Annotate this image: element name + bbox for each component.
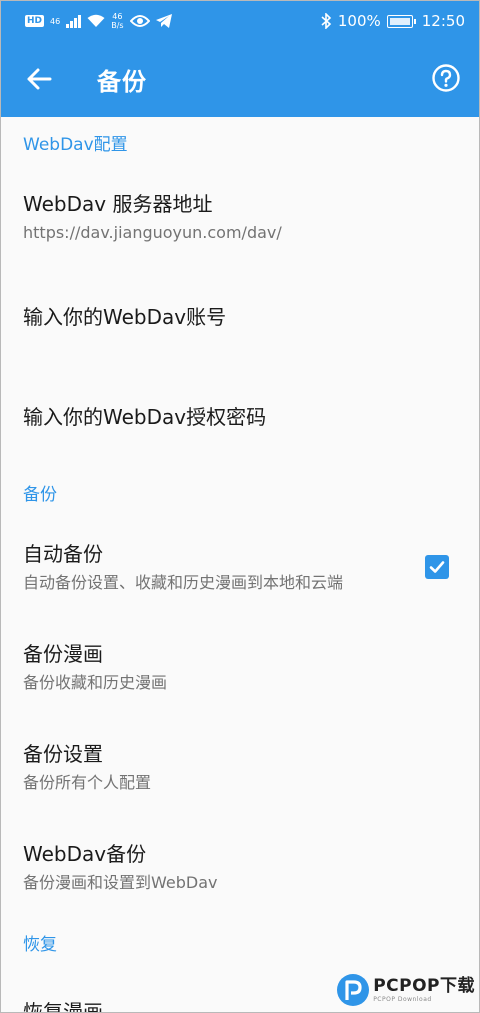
watermark-main: PCPOP下载 <box>373 975 475 996</box>
app-bar: 备份 <box>1 41 479 117</box>
network-type: 46 <box>50 16 61 26</box>
network-speed: 46 B/s <box>111 12 123 30</box>
pref-title: 输入你的WebDav账号 <box>23 305 227 329</box>
pref-title: 输入你的WebDav授权密码 <box>23 405 267 429</box>
clock: 12:50 <box>421 12 465 30</box>
section-header-backup: 备份 <box>23 484 57 505</box>
pref-title: WebDav备份 <box>23 841 147 866</box>
network-speed-value: 46 <box>112 12 123 21</box>
pref-summary: 自动备份设置、收藏和历史漫画到本地和云端 <box>23 572 344 592</box>
pref-summary: 备份收藏和历史漫画 <box>23 672 168 692</box>
section-header-restore: 恢复 <box>23 934 57 955</box>
pref-backup-settings[interactable]: 备份设置 备份所有个人配置 <box>1 717 479 817</box>
screen: HD 46 46 B/s 100% 12:50 备份 WebDav配置 WebD… <box>0 0 480 1013</box>
pref-title: WebDav 服务器地址 <box>23 191 213 216</box>
status-bar: HD 46 46 B/s 100% 12:50 <box>1 1 479 41</box>
pref-auto-backup[interactable]: 自动备份 自动备份设置、收藏和历史漫画到本地和云端 <box>1 517 479 617</box>
signal-icon <box>66 14 82 28</box>
battery-percent: 100% <box>337 12 381 30</box>
pref-webdav-account[interactable]: 输入你的WebDav账号 <box>1 267 479 367</box>
pref-summary: https://dav.jianguoyun.com/dav/ <box>23 222 282 242</box>
wifi-icon <box>87 14 105 27</box>
watermark-text: PCPOP下载 PCPOP Download <box>373 975 475 1003</box>
pref-backup-comics[interactable]: 备份漫画 备份收藏和历史漫画 <box>1 617 479 717</box>
bluetooth-icon <box>321 13 332 29</box>
pref-summary: 备份所有个人配置 <box>23 772 152 792</box>
telegram-icon <box>155 14 172 28</box>
pref-webdav-password[interactable]: 输入你的WebDav授权密码 <box>1 367 479 467</box>
page-title: 备份 <box>97 68 147 96</box>
pref-summary: 备份漫画和设置到WebDav <box>23 872 218 892</box>
watermark-logo-icon <box>337 974 370 1006</box>
auto-backup-checkbox[interactable] <box>425 555 449 579</box>
help-icon[interactable] <box>431 63 461 93</box>
section-header-webdav: WebDav配置 <box>23 134 128 155</box>
pref-title: 备份设置 <box>23 741 103 766</box>
battery-icon <box>386 14 416 28</box>
pref-webdav-server[interactable]: WebDav 服务器地址 https://dav.jianguoyun.com/… <box>1 167 479 267</box>
network-speed-unit: B/s <box>111 21 124 30</box>
p-letter-icon <box>345 980 362 1000</box>
watermark-sub: PCPOP Download <box>373 995 432 1003</box>
status-right: 100% 12:50 <box>320 12 465 30</box>
pref-title: 自动备份 <box>23 541 103 566</box>
checkmark-icon <box>429 561 445 573</box>
preference-list: WebDav配置 WebDav 服务器地址 https://dav.jiangu… <box>1 117 479 1012</box>
pref-title: 备份漫画 <box>23 641 103 666</box>
hd-badge: HD <box>25 15 45 27</box>
back-arrow-icon[interactable] <box>25 65 53 93</box>
status-left: HD 46 46 B/s <box>25 12 172 30</box>
eye-icon <box>129 15 150 27</box>
watermark: PCPOP下载 PCPOP Download <box>337 974 475 1006</box>
pref-webdav-backup[interactable]: WebDav备份 备份漫画和设置到WebDav <box>1 817 479 917</box>
